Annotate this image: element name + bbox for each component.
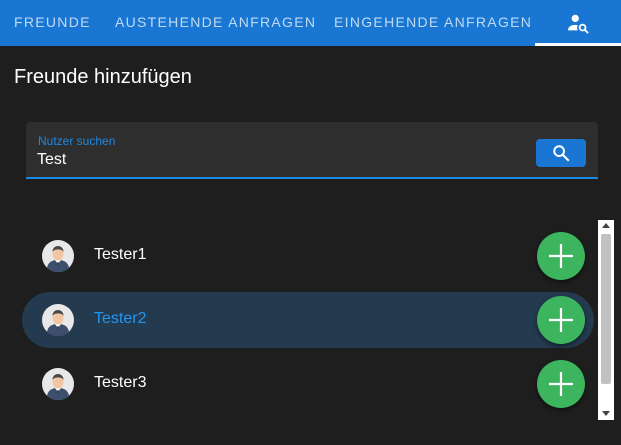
- add-friend-button[interactable]: [537, 360, 585, 408]
- list-item[interactable]: Tester3: [22, 356, 594, 412]
- user-avatar-icon: [42, 304, 74, 336]
- add-friend-button[interactable]: [537, 232, 585, 280]
- search-input[interactable]: [37, 150, 517, 170]
- plus-icon: [549, 244, 573, 268]
- scroll-up-arrow-icon[interactable]: [602, 223, 610, 228]
- search-icon: [553, 145, 570, 162]
- tab-austehende-anfragen[interactable]: Austehende Anfragen: [115, 0, 316, 46]
- search-label: Nutzer suchen: [38, 134, 116, 148]
- plus-icon: [549, 308, 573, 332]
- tab-bar: Freunde Austehende Anfragen Eingehende A…: [0, 0, 621, 46]
- plus-icon: [549, 372, 573, 396]
- person-search-icon: [567, 14, 589, 34]
- scroll-down-arrow-icon[interactable]: [602, 411, 610, 416]
- user-name: Tester2: [94, 310, 147, 327]
- user-name: Tester1: [94, 246, 147, 263]
- list-item[interactable]: Tester2: [22, 292, 594, 348]
- scrollbar[interactable]: [598, 220, 614, 420]
- tab-add-friends[interactable]: [535, 0, 621, 46]
- user-avatar-icon: [42, 368, 74, 400]
- add-friend-button[interactable]: [537, 296, 585, 344]
- user-result-list: Tester1 Tester2 Tester3: [22, 222, 594, 420]
- user-name: Tester3: [94, 374, 147, 391]
- tab-eingehende-anfragen[interactable]: Eingehende Anfragen: [334, 0, 532, 46]
- list-item[interactable]: Tester1: [22, 228, 594, 284]
- page-title: Freunde hinzufügen: [14, 66, 192, 88]
- scrollbar-thumb[interactable]: [601, 234, 611, 384]
- user-avatar-icon: [42, 240, 74, 272]
- search-button[interactable]: [536, 139, 586, 167]
- active-tab-indicator: [535, 43, 621, 46]
- tab-freunde[interactable]: Freunde: [14, 0, 91, 46]
- search-field[interactable]: Nutzer suchen: [26, 122, 598, 179]
